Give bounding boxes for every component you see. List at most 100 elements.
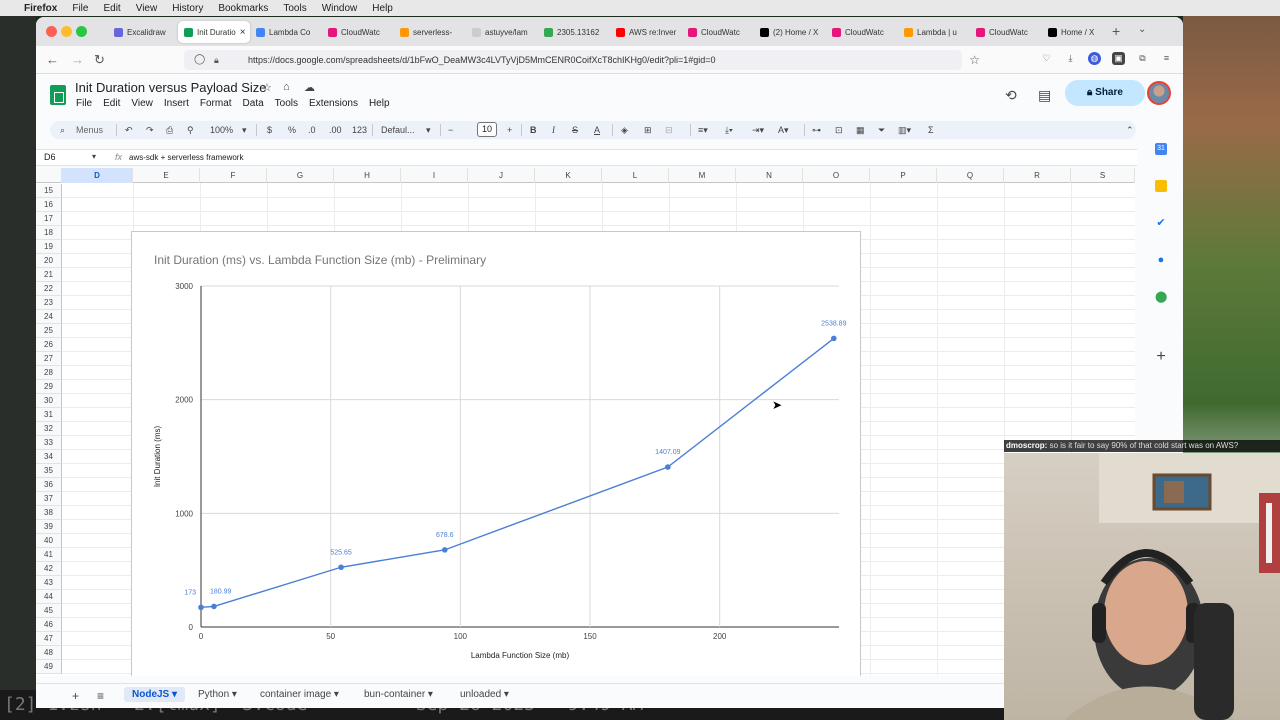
decrease-font-size-icon[interactable]: −	[448, 122, 453, 138]
row-header[interactable]: 23	[36, 296, 62, 310]
row-header[interactable]: 34	[36, 450, 62, 464]
strikethrough-icon[interactable]: S	[572, 122, 578, 138]
browser-tab[interactable]: Lambda | u	[898, 21, 970, 43]
menu-help[interactable]: Help	[369, 98, 390, 109]
browser-tab[interactable]: Lambda Co	[250, 21, 322, 43]
menu-format[interactable]: Format	[200, 98, 232, 109]
column-header[interactable]: J	[468, 168, 535, 183]
row-header[interactable]: 24	[36, 310, 62, 324]
merge-cells-icon[interactable]: ⊟	[665, 122, 673, 138]
row-header[interactable]: 19	[36, 240, 62, 254]
column-header[interactable]: S	[1071, 168, 1135, 183]
sheet-tab-python[interactable]: Python ▾	[198, 689, 237, 700]
reload-icon[interactable]: ↻	[94, 52, 105, 68]
row-header[interactable]: 38	[36, 506, 62, 520]
browser-tab[interactable]: Home / X	[1042, 21, 1114, 43]
increase-decimal-button[interactable]: .00	[329, 122, 342, 138]
horizontal-align-icon[interactable]: ≡▾	[698, 122, 708, 138]
zoom-select[interactable]: 100%	[210, 122, 233, 138]
italic-icon[interactable]: I	[552, 122, 555, 138]
fill-color-icon[interactable]: ◈	[621, 122, 628, 138]
row-header[interactable]: 46	[36, 618, 62, 632]
column-header[interactable]: K	[535, 168, 602, 183]
forward-arrow-icon[interactable]: →	[71, 52, 84, 67]
row-header[interactable]: 32	[36, 422, 62, 436]
zoom-window-button[interactable]	[76, 26, 87, 37]
increase-font-size-icon[interactable]: +	[507, 122, 512, 138]
menubar-help[interactable]: Help	[372, 3, 393, 14]
column-header[interactable]: L	[602, 168, 669, 183]
row-header[interactable]: 36	[36, 478, 62, 492]
column-header[interactable]: O	[803, 168, 870, 183]
menubar-app-name[interactable]: Firefox	[24, 3, 57, 14]
redo-icon[interactable]: ↷	[146, 122, 154, 138]
new-tab-icon[interactable]: +	[1112, 23, 1120, 39]
column-header[interactable]: Q	[937, 168, 1004, 183]
user-avatar[interactable]	[1147, 81, 1171, 105]
keep-icon[interactable]	[1155, 180, 1167, 192]
back-arrow-icon[interactable]: ←	[46, 52, 59, 67]
row-header[interactable]: 35	[36, 464, 62, 478]
search-menus-input[interactable]: Menus	[76, 122, 103, 138]
menubar-file[interactable]: File	[72, 3, 88, 14]
tracking-shield-icon[interactable]: ◯	[194, 50, 205, 70]
row-header[interactable]: 20	[36, 254, 62, 268]
column-header[interactable]: G	[267, 168, 334, 183]
comments-icon[interactable]: ▤	[1038, 87, 1051, 104]
browser-tab[interactable]: CloudWatc	[970, 21, 1042, 43]
menu-insert[interactable]: Insert	[164, 98, 189, 109]
row-header[interactable]: 37	[36, 492, 62, 506]
downloads-icon[interactable]: ⤓	[1064, 52, 1077, 65]
font-family-select[interactable]: Defaul...	[381, 122, 415, 138]
font-chevron-icon[interactable]: ▾	[426, 122, 431, 138]
percent-format-button[interactable]: %	[288, 122, 296, 138]
google-sheets-logo-icon[interactable]	[50, 85, 66, 105]
row-header[interactable]: 31	[36, 408, 62, 422]
menubar-history[interactable]: History	[172, 3, 203, 14]
browser-tab[interactable]: CloudWatc	[826, 21, 898, 43]
extensions-puzzle-icon[interactable]: ⧉	[1136, 52, 1149, 65]
functions-icon[interactable]: Σ	[928, 122, 934, 138]
calendar-icon[interactable]: 31	[1155, 143, 1167, 155]
move-folder-icon[interactable]: ⌂	[283, 81, 290, 93]
close-window-button[interactable]	[46, 26, 57, 37]
row-header[interactable]: 49	[36, 660, 62, 674]
menu-extensions[interactable]: Extensions	[309, 98, 358, 109]
row-header[interactable]: 15	[36, 184, 62, 198]
extension-icon[interactable]: ◍	[1088, 52, 1101, 65]
browser-tab[interactable]: AWS re:Inver	[610, 21, 682, 43]
row-header[interactable]: 22	[36, 282, 62, 296]
share-button[interactable]: 🔒︎ Share	[1065, 80, 1145, 106]
bookmark-star-icon[interactable]: ☆	[969, 50, 980, 70]
row-header[interactable]: 29	[36, 380, 62, 394]
row-header[interactable]: 21	[36, 268, 62, 282]
column-header[interactable]: R	[1004, 168, 1071, 183]
extension-badge-icon[interactable]: ▣	[1112, 52, 1125, 65]
undo-icon[interactable]: ↶	[125, 122, 133, 138]
row-header[interactable]: 17	[36, 212, 62, 226]
spreadsheet-grid[interactable]: DEFGHIJKLMNOPQRS 15 16 17 18 19 20 21 22 23 24 25 2…	[36, 168, 1135, 676]
minimize-window-button[interactable]	[61, 26, 72, 37]
print-icon[interactable]: ⎙	[166, 122, 173, 138]
column-header[interactable]: P	[870, 168, 937, 183]
row-header[interactable]: 47	[36, 632, 62, 646]
row-header[interactable]: 41	[36, 548, 62, 562]
sheet-tab-bun-container[interactable]: bun-container ▾	[364, 689, 433, 700]
search-menus-icon[interactable]: ⌕	[60, 122, 65, 138]
borders-icon[interactable]: ⊞	[644, 122, 652, 138]
all-sheets-list-icon[interactable]: ≡	[97, 689, 104, 703]
decrease-decimal-button[interactable]: .0	[308, 122, 316, 138]
text-color-icon[interactable]: A	[594, 122, 600, 138]
sheet-tab-unloaded[interactable]: unloaded ▾	[460, 689, 509, 700]
embedded-chart[interactable]: Init Duration (ms) vs. Lambda Function S…	[131, 231, 861, 676]
menu-tools[interactable]: Tools	[275, 98, 298, 109]
get-addons-plus-icon[interactable]: +	[1155, 349, 1167, 365]
filter-icon[interactable]: ⏷	[878, 122, 885, 138]
hamburger-menu-icon[interactable]: ≡	[1160, 52, 1173, 65]
column-header[interactable]: E	[133, 168, 200, 183]
row-header[interactable]: 28	[36, 366, 62, 380]
menubar-view[interactable]: View	[136, 3, 158, 14]
vertical-align-icon[interactable]: ⤓▾	[725, 122, 733, 138]
row-header[interactable]: 33	[36, 436, 62, 450]
close-tab-icon[interactable]: ×	[240, 27, 246, 38]
